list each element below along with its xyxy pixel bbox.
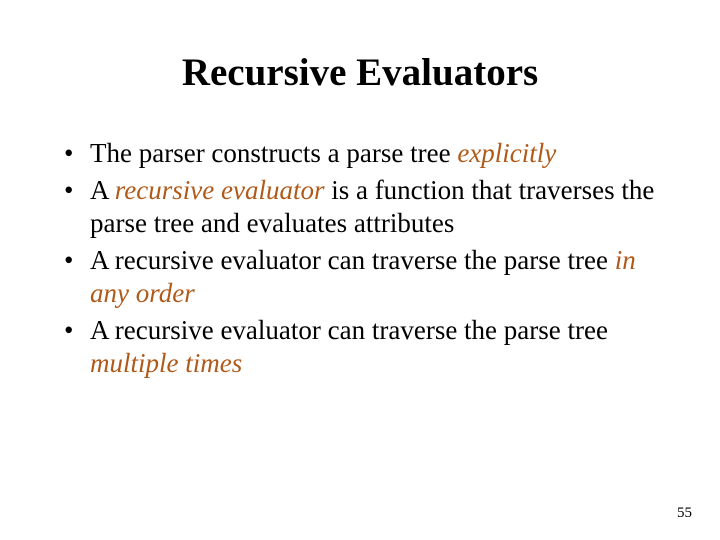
bullet-text-pre: A recursive evaluator can traverse the p… [90, 315, 608, 345]
bullet-text-accent: recursive evaluator [115, 175, 325, 205]
bullet-text-pre: A recursive evaluator can traverse the p… [90, 245, 615, 275]
list-item: The parser constructs a parse tree expli… [60, 137, 660, 170]
list-item: A recursive evaluator can traverse the p… [60, 314, 660, 380]
list-item: A recursive evaluator can traverse the p… [60, 244, 660, 310]
bullet-text-pre: A [90, 175, 115, 205]
bullet-text-accent: multiple times [90, 348, 242, 378]
slide: Recursive Evaluators The parser construc… [0, 0, 720, 540]
bullet-text-accent: explicitly [457, 138, 556, 168]
bullet-list: The parser constructs a parse tree expli… [60, 137, 660, 380]
page-number: 55 [677, 505, 692, 522]
list-item: A recursive evaluator is a function that… [60, 174, 660, 240]
bullet-text-pre: The parser constructs a parse tree [90, 138, 457, 168]
slide-title: Recursive Evaluators [60, 50, 660, 95]
